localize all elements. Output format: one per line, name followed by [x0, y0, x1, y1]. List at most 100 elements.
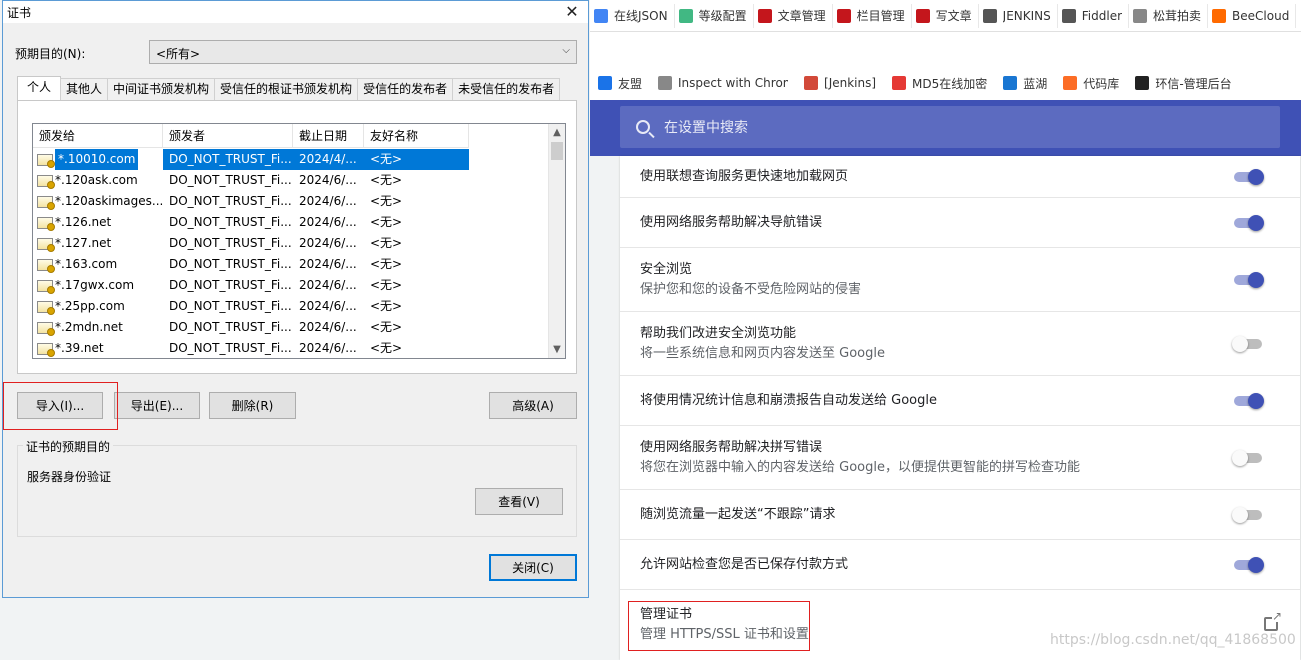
certificate-row[interactable]: *.163.com DO_NOT_TRUST_Fi... 2024/6/... <无>	[33, 254, 469, 275]
cell-expiration: 2024/6/...	[299, 215, 357, 229]
purposes-value: 服务器身份验证	[27, 470, 112, 484]
settings-row: 使用网络服务帮助解决导航错误	[620, 198, 1300, 248]
cell-friendly-name: <无>	[370, 341, 403, 355]
bookmark-label: 环信-管理后台	[1155, 76, 1232, 91]
tab-other-people[interactable]: 其他人	[60, 78, 109, 100]
close-button[interactable]: 关闭(C)	[489, 554, 577, 581]
bookmarks-bar-top: 在线JSON 等级配置 文章管理 栏目管理 写文章 JENKINS Fiddler 松茸拍卖 B…	[590, 0, 1301, 32]
cell-expiration: 2024/4/...	[293, 149, 364, 170]
cell-friendly-name: <无>	[370, 173, 403, 187]
list-scrollbar[interactable]: ▲ ▼	[548, 124, 565, 358]
tab-trusted-publishers[interactable]: 受信任的发布者	[357, 78, 454, 100]
cell-friendly-name: <无>	[370, 320, 403, 334]
column-expiration[interactable]: 截止日期	[293, 124, 364, 148]
close-icon[interactable]: ✕	[562, 2, 582, 22]
cell-issued-to: *.39.net	[33, 338, 163, 358]
toggle-knob	[1232, 335, 1248, 352]
bookmark-item[interactable]: Inspect with Chrome	[650, 71, 796, 95]
lanhu-icon	[1003, 76, 1018, 90]
cell-issued-to: *.17gwx.com	[33, 275, 163, 296]
purpose-select[interactable]: <所有> ⌵	[149, 40, 577, 64]
certificate-row[interactable]: *.126.net DO_NOT_TRUST_Fi... 2024/6/... <无>	[33, 212, 469, 233]
certificate-icon	[37, 153, 55, 168]
cell-expiration: 2024/6/...	[299, 299, 357, 313]
column-issued-to[interactable]: 颁发给	[33, 124, 163, 148]
settings-row: 安全浏览 保护您和您的设备不受危险网站的侵害	[620, 248, 1300, 312]
import-button[interactable]: 导入(I)...	[17, 392, 103, 419]
bookmark-item[interactable]: 代码库	[1055, 71, 1127, 95]
tab-personal[interactable]: 个人	[17, 76, 62, 100]
scroll-thumb[interactable]	[551, 142, 563, 160]
certificate-row[interactable]: *.39.net DO_NOT_TRUST_Fi... 2024/6/... <无>	[33, 338, 469, 358]
cell-issued-to: *.120ask.com	[33, 170, 163, 191]
issued-to-text: *.120ask.com	[55, 173, 138, 187]
bookmark-item[interactable]: 栏目管理	[833, 3, 912, 28]
settings-toggle[interactable]	[1234, 556, 1264, 573]
settings-toggle[interactable]	[1234, 271, 1264, 288]
certificate-row[interactable]: *.2mdn.net DO_NOT_TRUST_Fi... 2024/6/... <无…	[33, 317, 469, 338]
bookmark-item[interactable]: 等级配置	[675, 3, 754, 28]
settings-search-input[interactable]: 在设置中搜索	[620, 106, 1280, 148]
tab-intermediate-ca[interactable]: 中间证书颁发机构	[107, 78, 216, 100]
certificate-row[interactable]: *.120askimages.... DO_NOT_TRUST_Fi... 2024…	[33, 191, 469, 212]
tab-panel: 颁发给 颁发者 截止日期 友好名称 *.10010.com DO_NOT_TRUS…	[17, 100, 577, 374]
cell-issued-by: DO_NOT_TRUST_Fi...	[169, 173, 292, 187]
cell-expiration: 2024/6/...	[299, 236, 357, 250]
certificate-list[interactable]: 颁发给 颁发者 截止日期 友好名称 *.10010.com DO_NOT_TRUS…	[32, 123, 566, 359]
dialog-titlebar: 证书	[3, 1, 588, 23]
certificate-row[interactable]: *.120ask.com DO_NOT_TRUST_Fi... 2024/6/...…	[33, 170, 469, 191]
view-button[interactable]: 查看(V)	[475, 488, 563, 515]
bookmark-label: 在线JSON	[614, 9, 668, 23]
bookmark-item[interactable]: 松茸拍卖	[1129, 3, 1209, 28]
toolbar-gap	[590, 32, 1301, 66]
md5-icon	[892, 76, 907, 90]
certificate-icon	[37, 216, 55, 231]
bookmark-item[interactable]: [Jenkins]	[796, 71, 884, 95]
open-external-icon[interactable]	[1264, 610, 1282, 631]
settings-toggle[interactable]	[1232, 506, 1264, 523]
manage-certificates-row[interactable]: 管理证书 管理 HTTPS/SSL 证书和设置	[620, 590, 1300, 660]
bookmark-item[interactable]: Fiddler	[1058, 3, 1130, 28]
cell-friendly-name: <无>	[370, 194, 403, 208]
certificate-row[interactable]: *.10010.com DO_NOT_TRUST_Fi... 2024/4/... <…	[33, 149, 469, 170]
bookmark-label: 友盟	[618, 76, 643, 91]
bookmark-item[interactable]: 友盟	[590, 71, 650, 95]
settings-row: 允许网站检查您是否已保存付款方式	[620, 540, 1300, 590]
export-button[interactable]: 导出(E)...	[114, 392, 200, 419]
column-issued-by[interactable]: 颁发者	[163, 124, 293, 148]
settings-row-title: 使用联想查询服务更快速地加载网页	[640, 168, 849, 184]
purpose-label: 预期目的(N):	[15, 47, 86, 61]
settings-toggle[interactable]	[1234, 392, 1264, 409]
certificate-row[interactable]: *.127.net DO_NOT_TRUST_Fi... 2024/6/... <无>	[33, 233, 469, 254]
bookmark-item[interactable]: BeeCloud	[1208, 3, 1297, 28]
column-friendly-name[interactable]: 友好名称	[364, 124, 469, 148]
scroll-up-icon[interactable]: ▲	[549, 124, 565, 141]
remove-button[interactable]: 删除(R)	[209, 392, 296, 419]
bookmark-label: 文章管理	[777, 9, 826, 23]
bookmark-item[interactable]: 在线JSON	[590, 3, 675, 28]
list-header: 颁发给 颁发者 截止日期 友好名称	[33, 124, 469, 148]
settings-toggle[interactable]	[1232, 449, 1264, 466]
settings-toggle[interactable]	[1232, 335, 1264, 352]
settings-toggle[interactable]	[1234, 168, 1264, 185]
bookmark-item[interactable]: 蓝湖	[995, 71, 1055, 95]
tab-untrusted-publishers[interactable]: 未受信任的发布者	[452, 78, 561, 100]
bookmark-item[interactable]: 文章管理	[754, 3, 833, 28]
bookmark-item[interactable]: MD5在线加密	[884, 71, 995, 95]
settings-toggle[interactable]	[1234, 214, 1264, 231]
huanxin-icon	[1135, 76, 1150, 90]
certificate-row[interactable]: *.17gwx.com DO_NOT_TRUST_Fi... 2024/6/... <…	[33, 275, 469, 296]
bookmark-item[interactable]: 写文章	[912, 3, 979, 28]
fiddler-icon	[1061, 8, 1076, 23]
certificate-row[interactable]: *.25pp.com DO_NOT_TRUST_Fi... 2024/6/... <无…	[33, 296, 469, 317]
issued-to-text: *.25pp.com	[55, 299, 125, 313]
tab-trusted-root-ca[interactable]: 受信任的根证书颁发机构	[214, 78, 359, 100]
settings-row-title: 管理证书	[640, 607, 693, 622]
scroll-down-icon[interactable]: ▼	[549, 341, 565, 358]
bookmark-item[interactable]: 环信-管理后台	[1127, 71, 1239, 95]
bookmark-label: 代码库	[1083, 76, 1120, 91]
certificate-rows: *.10010.com DO_NOT_TRUST_Fi... 2024/4/... <…	[33, 149, 469, 358]
advanced-button[interactable]: 高级(A)	[489, 392, 577, 419]
bookmark-item[interactable]: JENKINS	[979, 3, 1058, 28]
certificates-dialog: 证书 ✕ 预期目的(N): <所有> ⌵ 个人 其他人 中间证书颁发机构 受信任…	[2, 0, 589, 598]
